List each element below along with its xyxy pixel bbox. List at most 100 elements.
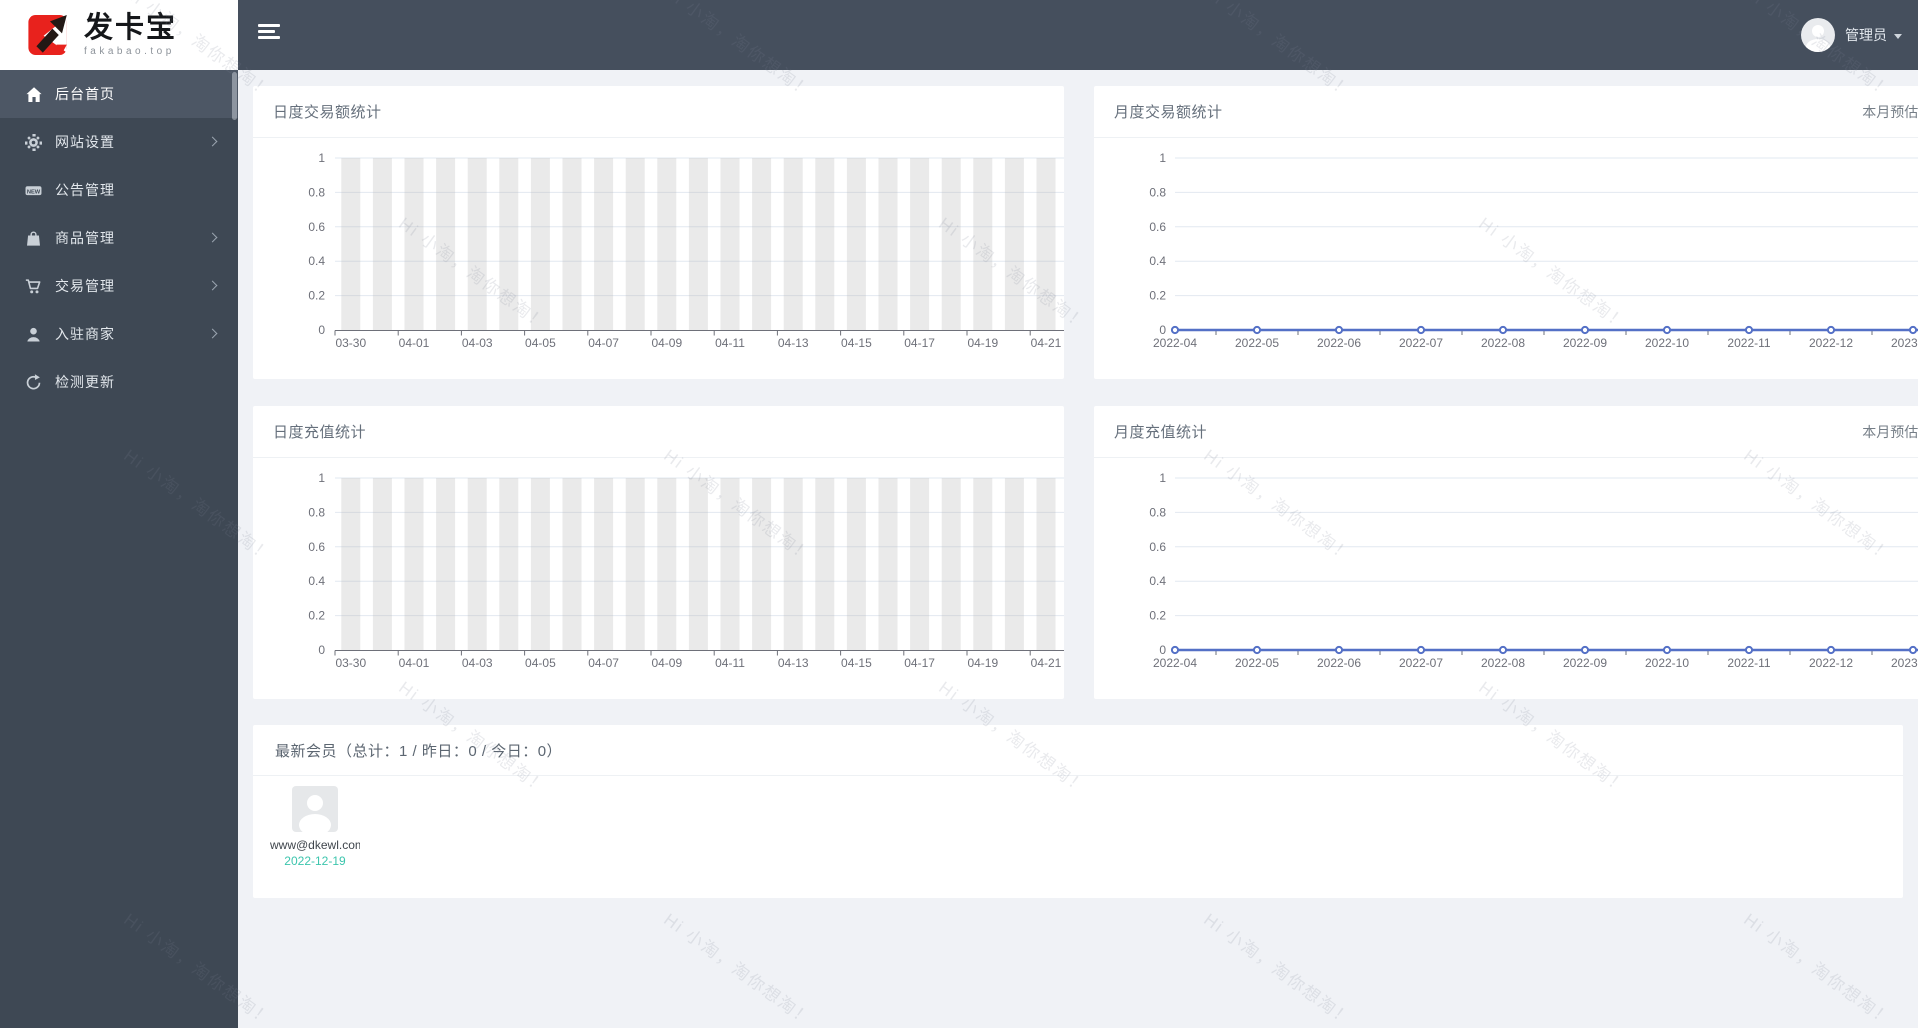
svg-text:04-15: 04-15 (841, 336, 872, 350)
sidebar-item-trade[interactable]: 交易管理 (0, 262, 238, 310)
main-content: 日度交易额统计 0 0.2 0.4 0.6 0.8 1 03-30 04-01 04-03 04-… (238, 70, 1918, 1028)
cart-icon (25, 278, 42, 295)
svg-text:04-21: 04-21 (1031, 336, 1062, 350)
svg-text:2022-11: 2022-11 (1727, 656, 1770, 670)
svg-text:04-19: 04-19 (967, 336, 998, 350)
svg-text:04-03: 04-03 (462, 336, 493, 350)
svg-text:1: 1 (318, 151, 325, 165)
svg-text:04-15: 04-15 (841, 656, 872, 670)
svg-text:0.6: 0.6 (1149, 540, 1166, 554)
line-chart-svg: 0 0.2 0.4 0.6 0.8 1 2022-04 2022-05 2022-06 2022-… (1149, 471, 1918, 670)
svg-text:04-17: 04-17 (904, 336, 935, 350)
svg-text:0.4: 0.4 (308, 574, 325, 588)
daily-recharge-card: 日度充值统计 0 0.2 0.4 0.6 0.8 1 03-30 04-01 04-03 04-0… (253, 406, 1064, 699)
user-menu[interactable]: 管理员 (1801, 0, 1902, 70)
product-bag-icon (25, 230, 42, 247)
daily-trade-title: 日度交易额统计 (273, 104, 382, 121)
svg-text:04-19: 04-19 (967, 656, 998, 670)
svg-text:0: 0 (1159, 323, 1166, 337)
svg-text:1: 1 (318, 471, 325, 485)
svg-text:04-21: 04-21 (1031, 656, 1062, 670)
sidebar-item-label: 后台首页 (55, 86, 115, 102)
sidebar-item-label: 公告管理 (55, 182, 115, 198)
svg-text:04-07: 04-07 (588, 336, 619, 350)
update-refresh-icon (25, 373, 42, 391)
monthly-recharge-title: 月度充值统计 (1114, 424, 1208, 441)
sidebar-item-products[interactable]: 商品管理 (0, 214, 238, 262)
latest-members-title: 最新会员（总计：1 / 昨日：0 / 今日：0） (275, 742, 563, 760)
svg-text:2022-05: 2022-05 (1235, 336, 1279, 350)
sidebar-item-label: 入驻商家 (55, 326, 115, 342)
sidebar-item-label: 交易管理 (55, 278, 115, 294)
svg-text:2022-10: 2022-10 (1645, 336, 1689, 350)
svg-text:0.2: 0.2 (1149, 289, 1166, 303)
sidebar-item-label: 检测更新 (55, 374, 115, 390)
monthly-trade-estimate: 本月预估：0元 (1862, 103, 1918, 120)
svg-text:2023-01: 2023-01 (1891, 656, 1918, 670)
dashboard-page: { "colors": { "brand_red": "#e8221d", "h… (0, 0, 1918, 1028)
member-register-date[interactable]: 2022-12-19 (267, 854, 363, 868)
svg-text:2022-11: 2022-11 (1727, 336, 1770, 350)
sidebar-item-home[interactable]: 后台首页 (0, 70, 238, 118)
member-email: www@dkewl.com (270, 838, 360, 852)
monthly-trade-chart: 0 0.2 0.4 0.6 0.8 1 2022-04 2022-05 2022-06 2022-… (1094, 138, 1918, 379)
chevron-right-icon (207, 136, 218, 147)
monthly-trade-title: 月度交易额统计 (1114, 104, 1223, 121)
chevron-down-icon (1894, 33, 1902, 39)
chevron-right-icon (207, 280, 218, 291)
monthly-recharge-chart: 0 0.2 0.4 0.6 0.8 1 2022-04 2022-05 2022-06 2022-… (1094, 458, 1918, 699)
svg-text:0.8: 0.8 (1149, 505, 1166, 519)
daily-recharge-chart: 0 0.2 0.4 0.6 0.8 1 03-30 04-01 04-03 04-05 04-07 0… (253, 458, 1064, 699)
svg-text:2022-05: 2022-05 (1235, 656, 1279, 670)
svg-text:2022-10: 2022-10 (1645, 656, 1689, 670)
line-chart-svg: 0 0.2 0.4 0.6 0.8 1 2022-04 2022-05 2022-06 2022-… (1149, 151, 1918, 350)
svg-text:0.6: 0.6 (308, 220, 325, 234)
sidebar-item-merchants[interactable]: 入驻商家 (0, 310, 238, 358)
svg-text:04-11: 04-11 (715, 656, 745, 670)
brand-title: 发卡宝 (84, 12, 178, 44)
latest-members-card: 最新会员（总计：1 / 昨日：0 / 今日：0） www@dkewl.com 20… (253, 725, 1903, 898)
svg-text:04-09: 04-09 (651, 336, 682, 350)
svg-text:04-07: 04-07 (588, 656, 619, 670)
svg-text:2022-09: 2022-09 (1563, 336, 1607, 350)
svg-text:2022-07: 2022-07 (1399, 336, 1443, 350)
member-avatar (292, 786, 338, 832)
daily-trade-card: 日度交易额统计 0 0.2 0.4 0.6 0.8 1 03-30 04-01 04-03 04-… (253, 86, 1064, 379)
monthly-recharge-estimate: 本月预估：0元 (1862, 423, 1918, 440)
logo[interactable]: 发卡宝 fakabao.top (0, 0, 238, 70)
svg-text:0.8: 0.8 (308, 185, 325, 199)
svg-text:2022-04: 2022-04 (1153, 336, 1197, 350)
svg-text:2022-06: 2022-06 (1317, 336, 1361, 350)
sidebar-item-update-check[interactable]: 检测更新 (0, 358, 238, 406)
daily-recharge-title: 日度充值统计 (273, 424, 367, 441)
svg-text:03-30: 03-30 (335, 336, 366, 350)
member-item: www@dkewl.com 2022-12-19 (267, 786, 363, 868)
home-icon (25, 86, 42, 103)
bar-chart-svg: 0 0.2 0.4 0.6 0.8 1 03-30 04-01 04-03 04-05 04-07 0… (308, 471, 1064, 670)
svg-text:2022-08: 2022-08 (1481, 336, 1525, 350)
brand-logo-icon (28, 15, 67, 55)
svg-text:04-17: 04-17 (904, 656, 935, 670)
svg-text:0.4: 0.4 (308, 254, 325, 268)
svg-text:2022-07: 2022-07 (1399, 656, 1443, 670)
sidebar-item-site-settings[interactable]: 网站设置 (0, 118, 238, 166)
sidebar-scrollbar-thumb[interactable] (232, 72, 237, 120)
svg-text:NEW: NEW (27, 189, 41, 195)
gear-icon (25, 133, 42, 151)
svg-text:04-03: 04-03 (462, 656, 493, 670)
svg-text:2022-09: 2022-09 (1563, 656, 1607, 670)
svg-text:0: 0 (1159, 643, 1166, 657)
svg-text:0.2: 0.2 (308, 289, 325, 303)
merchant-user-icon (25, 326, 42, 343)
svg-text:1: 1 (1159, 151, 1166, 165)
svg-text:0.8: 0.8 (308, 505, 325, 519)
daily-trade-chart: 0 0.2 0.4 0.6 0.8 1 03-30 04-01 04-03 04-05 04-07 0… (253, 138, 1064, 379)
svg-text:2022-12: 2022-12 (1809, 656, 1853, 670)
sidebar-toggle-icon[interactable] (258, 24, 280, 42)
sidebar-item-announcements[interactable]: NEW 公告管理 (0, 166, 238, 214)
svg-text:04-09: 04-09 (651, 656, 682, 670)
bar-chart-svg: 0 0.2 0.4 0.6 0.8 1 03-30 04-01 04-03 04-05 04-07 0… (308, 151, 1064, 350)
svg-text:0.2: 0.2 (1149, 609, 1166, 623)
user-avatar (1801, 18, 1835, 52)
svg-text:03-30: 03-30 (335, 656, 366, 670)
